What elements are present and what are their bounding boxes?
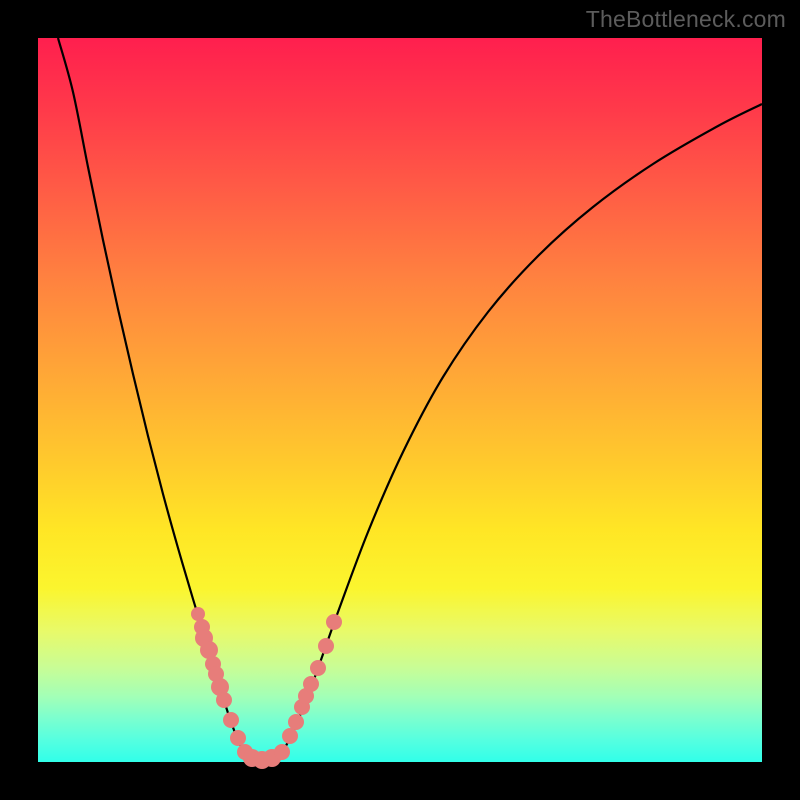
watermark-label: TheBottleneck.com	[586, 6, 786, 33]
data-marker	[288, 714, 304, 730]
data-marker	[303, 676, 319, 692]
data-marker	[282, 728, 298, 744]
data-marker	[326, 614, 342, 630]
chart-plot-area	[38, 38, 762, 762]
data-marker	[274, 744, 290, 760]
chart-frame: TheBottleneck.com	[0, 0, 800, 800]
data-marker	[216, 692, 232, 708]
data-marker	[310, 660, 326, 676]
data-marker	[223, 712, 239, 728]
data-marker	[318, 638, 334, 654]
bottleneck-curve	[58, 38, 762, 762]
curve-layer	[38, 38, 762, 762]
